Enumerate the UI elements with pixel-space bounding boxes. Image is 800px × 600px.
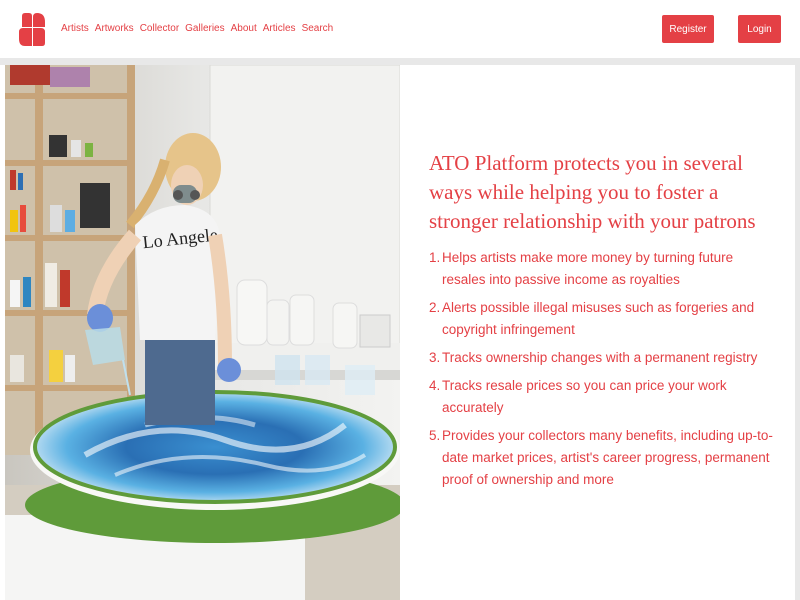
- list-item-number: 1.: [429, 250, 441, 265]
- main-menu: Artists Artworks Collector Galleries Abo…: [61, 22, 339, 36]
- benefits-section: ATO Platform protects you in several way…: [400, 65, 800, 600]
- nav-link-about[interactable]: About: [231, 22, 257, 36]
- nav-link-collector[interactable]: Collector: [140, 22, 179, 36]
- list-item: 5. Provides your collectors many benefit…: [429, 425, 774, 491]
- top-navigation: Artists Artworks Collector Galleries Abo…: [0, 0, 800, 58]
- list-item-number: 5.: [429, 428, 441, 443]
- list-item-text: Alerts possible illegal misuses such as …: [442, 300, 755, 337]
- artist-pouring-resin-image: Lo Angele: [5, 65, 400, 600]
- benefits-list: 1. Helps artists make more money by turn…: [429, 247, 774, 497]
- nav-link-search[interactable]: Search: [302, 22, 334, 36]
- page-right-border: [795, 65, 800, 600]
- list-item-text: Provides your collectors many benefits, …: [442, 428, 773, 487]
- list-item-number: 3.: [429, 350, 441, 365]
- header-divider: [0, 58, 800, 65]
- list-item-text: Tracks ownership changes with a permanen…: [442, 350, 758, 365]
- list-item: 2. Alerts possible illegal misuses such …: [429, 297, 774, 341]
- list-item-number: 4.: [429, 378, 441, 393]
- nav-link-articles[interactable]: Articles: [263, 22, 296, 36]
- list-item-text: Tracks resale prices so you can price yo…: [442, 378, 727, 415]
- list-item: 4. Tracks resale prices so you can price…: [429, 375, 774, 419]
- nav-link-artworks[interactable]: Artworks: [95, 22, 134, 36]
- nav-link-artists[interactable]: Artists: [61, 22, 89, 36]
- section-heading: ATO Platform protects you in several way…: [429, 151, 756, 233]
- ato-logo-icon[interactable]: [19, 13, 45, 46]
- nav-link-galleries[interactable]: Galleries: [185, 22, 224, 36]
- hero-photo: Lo Angele: [5, 65, 400, 600]
- register-button[interactable]: Register: [662, 15, 714, 43]
- list-item-text: Helps artists make more money by turning…: [442, 250, 734, 287]
- list-item: 1. Helps artists make more money by turn…: [429, 247, 774, 291]
- list-item-number: 2.: [429, 300, 441, 315]
- list-item: 3. Tracks ownership changes with a perma…: [429, 347, 774, 369]
- login-button[interactable]: Login: [738, 15, 781, 43]
